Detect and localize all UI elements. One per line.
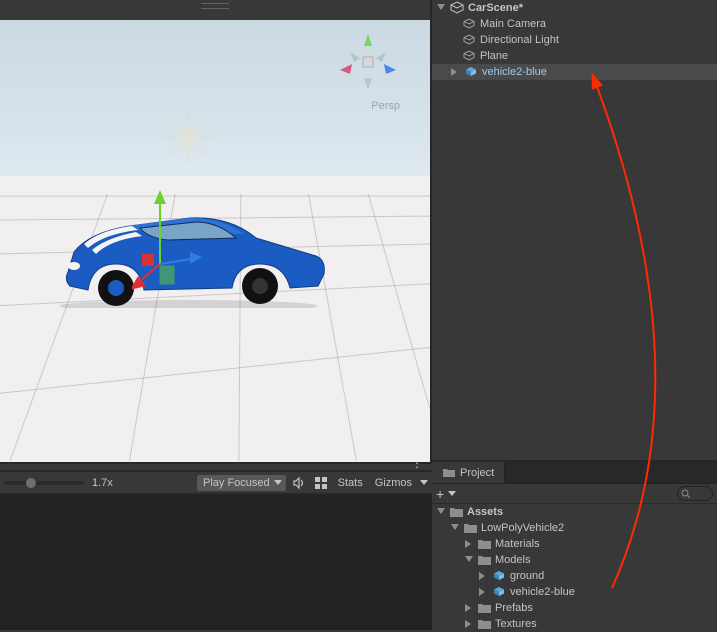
foldout-icon[interactable] xyxy=(450,68,460,76)
hierarchy-item-label: Directional Light xyxy=(480,34,559,46)
foldout-icon[interactable] xyxy=(478,572,488,580)
prefab-icon xyxy=(464,65,478,79)
scene-icon xyxy=(450,1,464,15)
game-view[interactable] xyxy=(0,494,432,630)
hierarchy-item-label: vehicle2-blue xyxy=(482,66,547,78)
folder-icon xyxy=(450,507,463,518)
persp-label[interactable]: Persp xyxy=(371,100,400,112)
foldout-icon[interactable] xyxy=(464,604,474,612)
foldout-icon[interactable] xyxy=(478,588,488,596)
model-icon xyxy=(492,569,506,583)
hierarchy-panel: CarScene* Main Camera Directional Light … xyxy=(432,0,717,462)
folder-icon xyxy=(478,555,491,566)
gameobject-icon xyxy=(462,17,476,31)
folder-icon xyxy=(464,523,477,534)
project-row[interactable]: ground xyxy=(432,568,717,584)
project-tab[interactable]: Project xyxy=(432,462,505,483)
foldout-icon[interactable] xyxy=(436,4,446,12)
gameobject-icon xyxy=(462,49,476,63)
project-row[interactable]: LowPolyVehicle2 xyxy=(432,520,717,536)
foldout-icon[interactable] xyxy=(464,540,474,548)
project-row-label: Textures xyxy=(495,618,537,630)
model-icon xyxy=(492,585,506,599)
scene-view[interactable]: Persp xyxy=(0,0,432,462)
project-row-vehicle[interactable]: vehicle2-blue xyxy=(432,584,717,600)
hierarchy-item-label: Plane xyxy=(480,50,508,62)
game-toolbar: 1.7x Play Focused Stats Gizmos xyxy=(0,470,432,494)
play-mode-dropdown[interactable]: Play Focused xyxy=(197,475,286,491)
project-tab-label: Project xyxy=(460,467,494,479)
foldout-icon[interactable] xyxy=(450,524,460,532)
project-row-label: Prefabs xyxy=(495,602,533,614)
project-tab-bar: Project xyxy=(432,462,717,484)
orientation-gizmo[interactable] xyxy=(336,30,400,94)
hierarchy-item-label: Main Camera xyxy=(480,18,546,30)
hierarchy-item-vehicle[interactable]: vehicle2-blue xyxy=(432,64,717,80)
sun-gizmo-icon[interactable] xyxy=(160,110,216,166)
project-row-label: LowPolyVehicle2 xyxy=(481,522,564,534)
stats-button[interactable]: Stats xyxy=(334,477,367,489)
scene-name: CarScene* xyxy=(468,2,523,14)
foldout-icon[interactable] xyxy=(436,508,446,516)
gizmos-caret-icon[interactable] xyxy=(420,480,428,486)
zoom-label: 1.7x xyxy=(88,477,117,489)
project-search-input[interactable] xyxy=(677,486,713,501)
folder-icon xyxy=(478,539,491,550)
project-row-assets[interactable]: Assets xyxy=(432,504,717,520)
project-row-label: ground xyxy=(510,570,544,582)
project-tree: Assets LowPolyVehicle2 Materials Models xyxy=(432,504,717,632)
audio-toggle-icon[interactable] xyxy=(290,474,308,492)
search-icon xyxy=(681,489,691,499)
add-button-icon[interactable]: + xyxy=(436,487,444,501)
hierarchy-item[interactable]: Main Camera xyxy=(432,16,717,32)
hierarchy-item[interactable]: Plane xyxy=(432,48,717,64)
folder-icon xyxy=(478,619,491,630)
hierarchy-scene-row[interactable]: CarScene* xyxy=(432,0,717,16)
project-toolbar: + xyxy=(432,484,717,504)
foldout-icon[interactable] xyxy=(464,620,474,628)
grid-toggle-icon[interactable] xyxy=(312,474,330,492)
project-row-label: Assets xyxy=(467,506,503,518)
project-row-label: vehicle2-blue xyxy=(510,586,575,598)
foldout-icon[interactable] xyxy=(464,556,474,564)
folder-icon xyxy=(478,603,491,614)
project-row[interactable]: Prefabs xyxy=(432,600,717,616)
gizmos-button[interactable]: Gizmos xyxy=(371,477,416,489)
move-gizmo[interactable] xyxy=(132,188,202,298)
zoom-slider[interactable] xyxy=(4,481,84,485)
project-row[interactable]: Models xyxy=(432,552,717,568)
add-caret-icon[interactable] xyxy=(448,491,456,497)
folder-icon xyxy=(442,466,456,480)
project-row-label: Models xyxy=(495,554,530,566)
gameobject-icon xyxy=(462,33,476,47)
project-row-label: Materials xyxy=(495,538,540,550)
project-row[interactable]: Materials xyxy=(432,536,717,552)
hierarchy-item[interactable]: Directional Light xyxy=(432,32,717,48)
